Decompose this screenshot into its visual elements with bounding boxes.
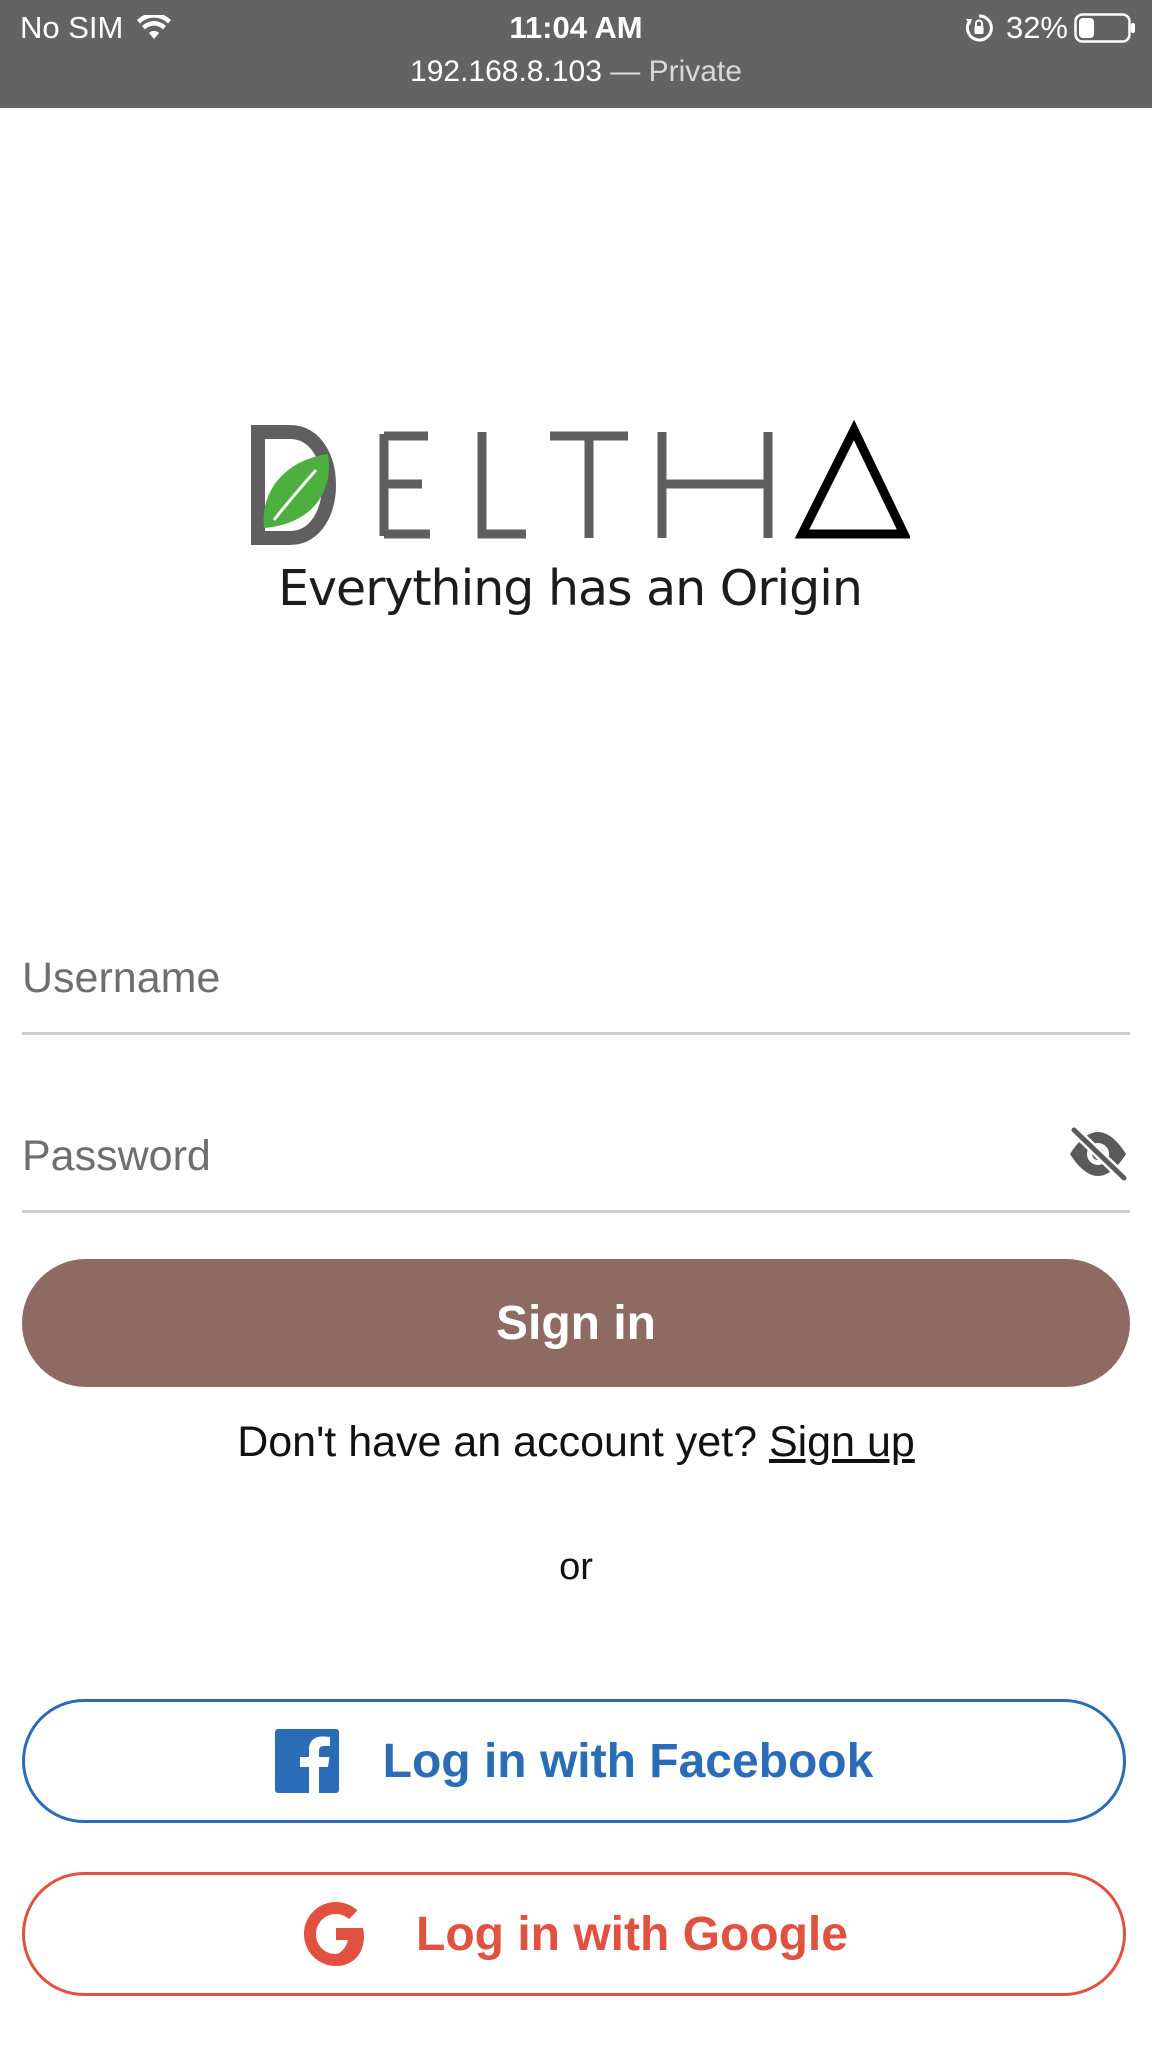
battery-icon — [1074, 13, 1135, 43]
google-icon — [304, 1902, 365, 1966]
signin-button[interactable]: Sign in — [22, 1259, 1130, 1387]
or-divider: or — [559, 1546, 593, 1588]
password-field[interactable] — [22, 1096, 1130, 1213]
signup-link[interactable]: Sign up — [769, 1418, 915, 1466]
signup-prompt: Don't have an account yet? Sign up — [0, 1418, 1152, 1467]
google-login-label: Log in with Google — [416, 1907, 848, 1961]
logo-tagline: Everything has an Origin — [278, 560, 863, 617]
private-mode-label: Private — [648, 55, 742, 88]
username-field[interactable] — [22, 918, 1130, 1035]
password-input[interactable] — [22, 1116, 982, 1196]
battery-percent: 32% — [1005, 10, 1068, 45]
url-separator: — — [610, 55, 641, 88]
facebook-icon — [274, 1729, 339, 1793]
address-bar[interactable]: 192.168.8.103 — Private — [0, 55, 1152, 89]
eye-slash-icon[interactable] — [1066, 1126, 1130, 1182]
delta-icon — [794, 419, 912, 539]
signup-prompt-text: Don't have an account yet? — [237, 1418, 757, 1466]
facebook-login-label: Log in with Facebook — [382, 1734, 874, 1788]
google-login-button[interactable]: Log in with Google — [22, 1872, 1126, 1996]
status-bar: No SIM 11:04 AM 192.168.8.103 — Private … — [0, 0, 1152, 108]
url-text: 192.168.8.103 — [410, 55, 602, 88]
status-right: 32% — [964, 10, 1136, 46]
facebook-login-button[interactable]: Log in with Facebook — [22, 1699, 1126, 1823]
orientation-lock-icon — [965, 14, 993, 42]
username-input[interactable] — [22, 938, 982, 1018]
